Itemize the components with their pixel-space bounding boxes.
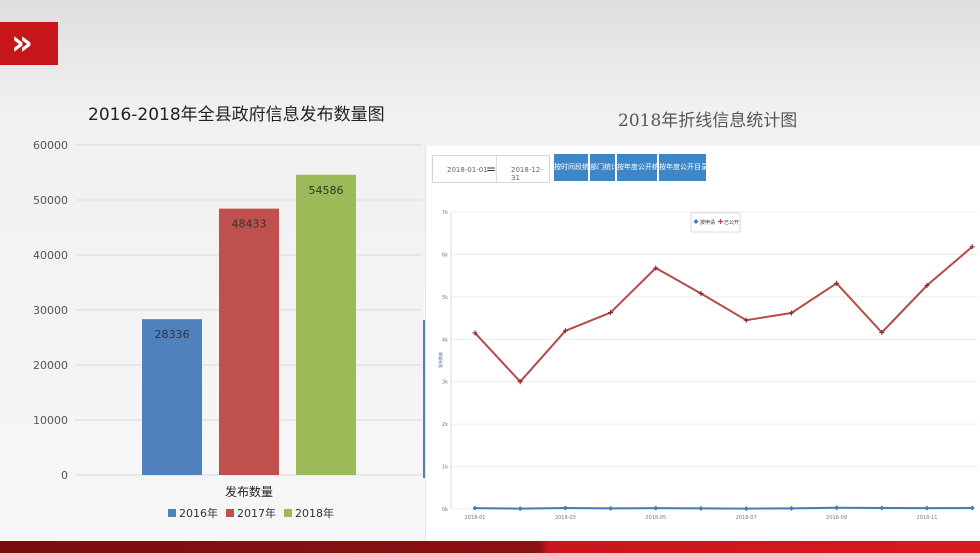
bar-y-tick-label: 60000 xyxy=(33,139,68,152)
legend-swatch-2017年 xyxy=(226,509,234,517)
bar-y-tick-label: 10000 xyxy=(33,414,68,427)
line-y-tick-label: 7k xyxy=(442,210,448,216)
line-point-按申请 xyxy=(969,505,975,511)
double-chevron-icon: » xyxy=(11,23,33,63)
bar-y-tick-label: 40000 xyxy=(33,249,68,262)
line-x-tick-label: 2018-05 xyxy=(645,515,666,521)
line-y-axis-label: 发布数量 xyxy=(437,352,443,368)
bar-2017年 xyxy=(219,208,279,475)
line-chart: 0k 1k 2k 3k 4k 5k 6k 7k 发布数量 2018-01 2018-03 2018-0… xyxy=(437,210,978,521)
footer-bar xyxy=(0,541,980,553)
line-y-tick-label: 3k xyxy=(442,380,448,386)
line-point-按申请 xyxy=(743,506,749,512)
line-x-tick-label: 2018-11 xyxy=(917,515,938,521)
bar-y-tick-label: 0 xyxy=(61,469,68,482)
logo-badge: » xyxy=(0,22,58,65)
line-series-已公开 xyxy=(474,246,973,383)
line-point-按申请 xyxy=(879,505,885,511)
line-chart-title: 2018年折线信息统计图 xyxy=(618,111,798,131)
line-point-按申请 xyxy=(924,505,930,511)
line-y-tick-label: 6k xyxy=(442,252,448,258)
bar-y-tick-label: 20000 xyxy=(33,359,68,372)
legend-label-2017年: 2017年 xyxy=(237,506,276,520)
bar-chart: 0 10000 20000 30000 40000 50000 60000 28336 4843… xyxy=(33,139,422,520)
line-legend-label: 已公开 xyxy=(724,220,739,226)
line-point-按申请 xyxy=(653,505,659,511)
line-x-tick-label: 2018-01 xyxy=(465,515,486,521)
line-x-tick-label: 2018-07 xyxy=(736,515,757,521)
legend-swatch-2016年 xyxy=(168,509,176,517)
line-legend-label: 按申请 xyxy=(700,219,715,226)
bar-y-tick-label: 30000 xyxy=(33,304,68,317)
bar-chart-title: 2016-2018年全县政府信息发布数量图 xyxy=(88,105,385,125)
line-series-按申请 xyxy=(474,506,973,510)
line-legend: 按申请 已公开 xyxy=(690,212,741,233)
legend-label-2016年: 2016年 xyxy=(179,506,218,520)
legend-label-2018年: 2018年 xyxy=(295,506,334,520)
bar-data-label: 48433 xyxy=(232,218,267,231)
line-point-按申请 xyxy=(608,505,614,511)
line-x-tick-label: 2018-03 xyxy=(555,515,576,521)
line-point-按申请 xyxy=(788,505,794,511)
line-point-按申请 xyxy=(517,506,523,512)
legend-swatch-2018年 xyxy=(284,509,292,517)
line-y-tick-label: 2k xyxy=(442,422,448,428)
bar-2016年 xyxy=(142,319,202,475)
bar-y-tick-label: 50000 xyxy=(33,194,68,207)
line-y-tick-label: 5k xyxy=(442,295,448,301)
bar-data-label: 28336 xyxy=(155,328,190,341)
line-point-按申请 xyxy=(562,505,568,511)
line-point-按申请 xyxy=(698,505,704,511)
bar-2018年 xyxy=(296,174,356,475)
line-y-tick-label: 1k xyxy=(442,465,448,471)
line-x-tick-label: 2018-09 xyxy=(826,515,847,521)
bar-x-category-label: 发布数量 xyxy=(225,484,273,499)
bar-data-label: 54586 xyxy=(309,184,344,197)
line-y-tick-label: 4k xyxy=(442,337,448,343)
line-point-按申请 xyxy=(472,505,478,511)
line-y-tick-label: 0k xyxy=(442,507,448,513)
